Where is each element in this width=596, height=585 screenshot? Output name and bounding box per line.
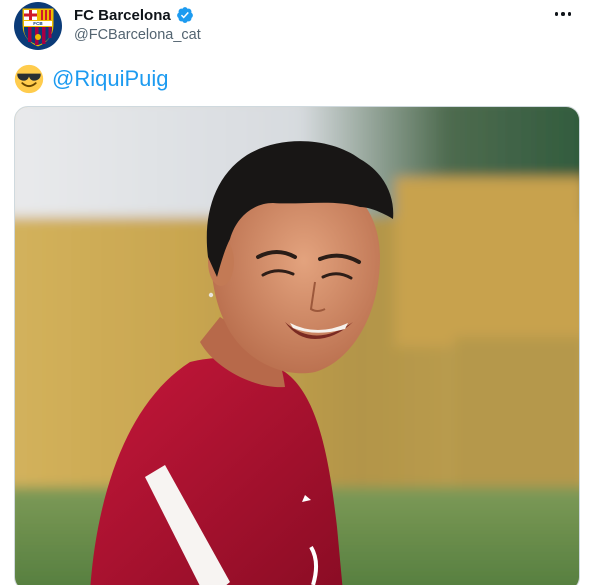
more-dot <box>554 12 559 16</box>
smiling-face-with-sunglasses-icon <box>14 64 44 94</box>
author-name-row: FC Barcelona <box>74 6 194 24</box>
more-options-icon[interactable] <box>548 2 578 26</box>
more-dot <box>561 12 565 16</box>
tweet-media-photo[interactable] <box>14 106 580 585</box>
author-handle[interactable]: @FCBarcelona_cat <box>74 27 201 43</box>
author-display-name[interactable]: FC Barcelona <box>74 7 171 24</box>
tweet-card: FCB FC Barcelona @FCBarcelona_cat @Riqui… <box>0 0 596 585</box>
crest-label: FCB <box>33 21 43 26</box>
more-dot <box>567 12 572 16</box>
mention-link[interactable]: @RiquiPuig <box>52 66 169 92</box>
fc-barcelona-crest-icon: FCB <box>21 7 55 48</box>
verified-badge-icon <box>176 7 193 23</box>
author-avatar[interactable]: FCB <box>14 2 62 50</box>
player-photo <box>15 107 579 585</box>
tweet-text: @RiquiPuig <box>14 64 169 94</box>
